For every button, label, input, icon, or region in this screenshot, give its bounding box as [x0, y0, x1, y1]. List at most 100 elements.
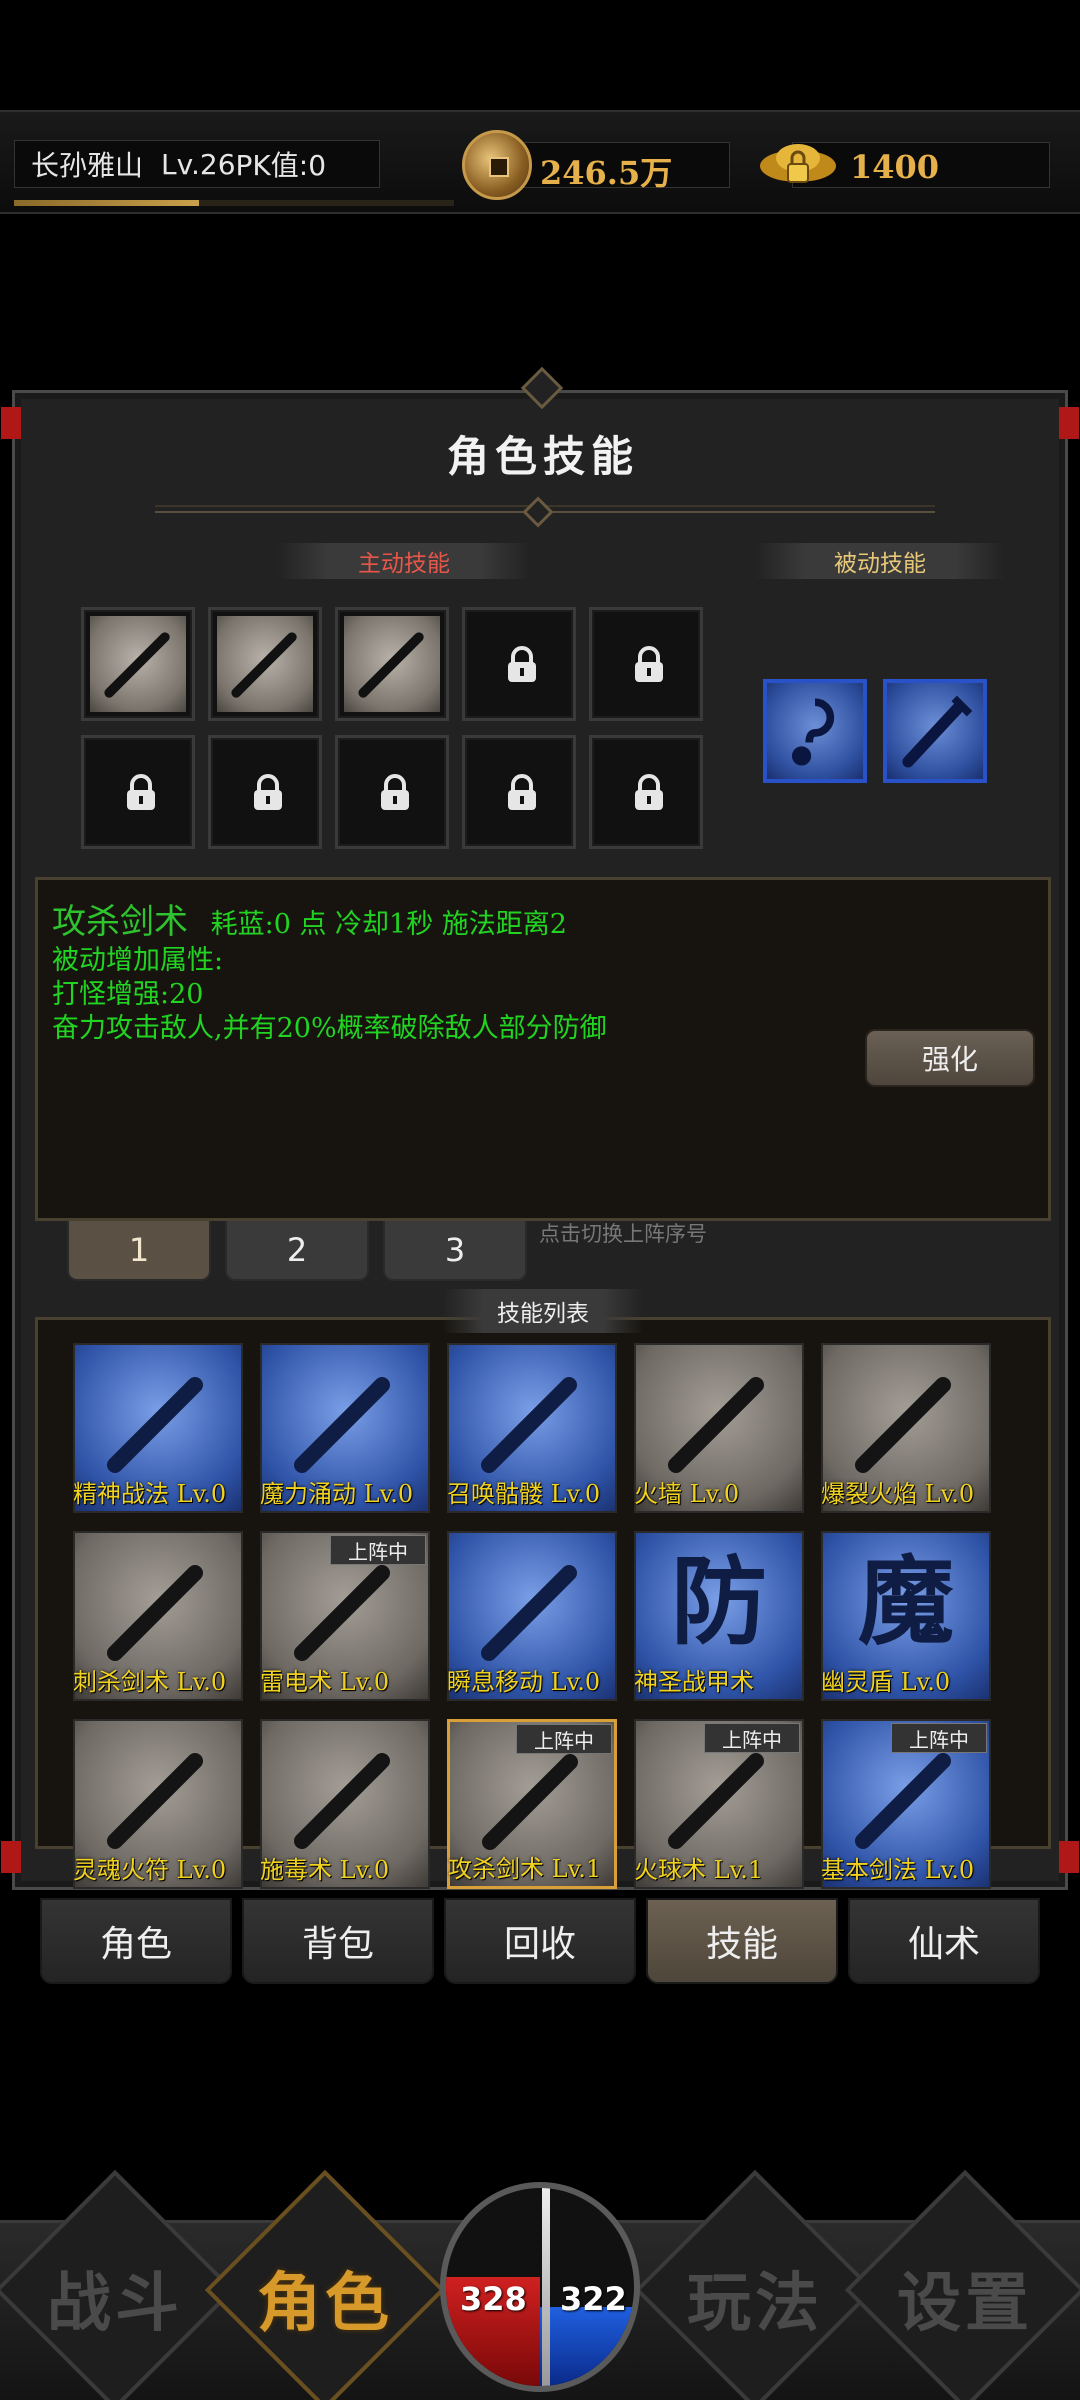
skill-list-item[interactable]: 火墙 Lv.0 — [634, 1343, 804, 1513]
skill-list-label: 攻杀剑术 Lv.1 — [448, 1855, 602, 1883]
deployed-badge: 上阵中 — [330, 1535, 426, 1565]
lock-icon — [631, 646, 667, 684]
skill-detail-stats: 耗蓝:0 点 冷却1秒 施法距离2 — [210, 909, 567, 940]
skill-list-label: 基本剑法 Lv.0 — [821, 1856, 975, 1884]
skill-list-title: 技能列表 — [443, 1289, 643, 1333]
skill-list-item[interactable]: 灵魂火符 Lv.0 — [73, 1719, 243, 1889]
lock-icon — [377, 774, 413, 812]
skill-list-label: 幽灵盾 Lv.0 — [821, 1668, 951, 1696]
locked-skill-slot[interactable] — [81, 735, 195, 849]
exp-bar — [14, 200, 454, 206]
hp-value: 328 — [460, 2280, 527, 2318]
skill-list-item[interactable]: 上阵中雷电术 Lv.0 — [260, 1531, 430, 1701]
tab-immortal-arts[interactable]: 仙术 — [848, 1898, 1040, 1984]
orb-sword-divider — [542, 2188, 550, 2386]
passive-slot-basic-sword[interactable] — [883, 679, 987, 783]
title-ornament — [522, 496, 554, 528]
gold-value: 1400 — [850, 148, 940, 186]
hp-mp-orb: 328 322 — [440, 2182, 640, 2392]
skill-list-item[interactable]: 精神战法 Lv.0 — [73, 1343, 243, 1513]
skill-list-item[interactable]: 刺杀剑术 Lv.0 — [73, 1531, 243, 1701]
active-skill-slot[interactable] — [208, 607, 322, 721]
position-hint: 点击切换上阵序号 — [539, 1222, 707, 1246]
tab-character[interactable]: 角色 — [40, 1898, 232, 1984]
tab-active-skills[interactable]: 主动技能 — [277, 543, 531, 579]
nav-battle[interactable]: 战斗 — [5, 2252, 225, 2344]
nav-character[interactable]: 角色 — [215, 2252, 435, 2344]
lock-icon — [504, 774, 540, 812]
magic-surge-icon — [791, 698, 835, 766]
mp-fill — [540, 2306, 634, 2386]
skill-list-label: 灵魂火符 Lv.0 — [73, 1856, 227, 1884]
locked-skill-slot[interactable] — [589, 735, 703, 849]
locked-skill-slot[interactable] — [589, 607, 703, 721]
skill-list-item[interactable]: 防神圣战甲术 — [634, 1531, 804, 1701]
locked-skill-slot[interactable] — [462, 607, 576, 721]
panel-title: 角色技能 — [446, 432, 639, 481]
copper-coin-icon — [462, 130, 532, 200]
title-ornament — [520, 366, 564, 410]
tab-skills[interactable]: 技能 — [646, 1898, 838, 1984]
skill-list-label: 爆裂火焰 Lv.0 — [821, 1480, 975, 1508]
gold-ingot-lock-icon — [760, 144, 836, 183]
skill-list-item[interactable]: 瞬息移动 Lv.0 — [447, 1531, 617, 1701]
mp-value: 322 — [560, 2280, 627, 2318]
coin-value: 246.5万 — [540, 154, 673, 192]
nav-gameplay[interactable]: 玩法 — [645, 2252, 865, 2344]
skill-list-label: 瞬息移动 Lv.0 — [447, 1668, 601, 1696]
deployed-badge: 上阵中 — [516, 1724, 612, 1754]
skill-list-label: 魔力涌动 Lv.0 — [260, 1480, 414, 1508]
player-pk-value: PK值:0 — [235, 149, 327, 182]
sword-icon — [902, 695, 973, 768]
locked-skill-slot[interactable] — [208, 735, 322, 849]
skill-art — [90, 616, 186, 712]
player-name: 长孙雅山 — [31, 149, 144, 182]
position-button-1[interactable]: 1 — [67, 1221, 211, 1281]
skill-list-item[interactable]: 召唤骷髅 Lv.0 — [447, 1343, 617, 1513]
active-skill-slot[interactable] — [335, 607, 449, 721]
skill-list-label: 火墙 Lv.0 — [634, 1480, 740, 1508]
tab-backpack[interactable]: 背包 — [242, 1898, 434, 1984]
skill-list-label: 雷电术 Lv.0 — [260, 1668, 390, 1696]
skill-detail-description: 奋力攻击敌人,并有20%概率破除敌人部分防御 — [52, 1013, 607, 1044]
skill-list-item[interactable]: 魔幽灵盾 Lv.0 — [821, 1531, 991, 1701]
skill-list-label: 精神战法 Lv.0 — [73, 1480, 227, 1508]
skill-list-label: 火球术 Lv.1 — [634, 1856, 764, 1884]
skill-detail-name: 攻杀剑术 — [52, 902, 188, 942]
locked-skill-slot[interactable] — [462, 735, 576, 849]
exp-bar-fill — [14, 200, 199, 206]
skill-art — [344, 616, 440, 712]
tab-passive-skills[interactable]: 被动技能 — [755, 543, 1005, 579]
deployed-badge: 上阵中 — [891, 1723, 987, 1753]
lock-icon — [504, 646, 540, 684]
panel-corner-ornament — [1059, 1841, 1079, 1873]
skill-list-label: 召唤骷髅 Lv.0 — [447, 1480, 601, 1508]
passive-slot-magic-surge[interactable] — [763, 679, 867, 783]
skill-list-label: 刺杀剑术 Lv.0 — [73, 1668, 227, 1696]
skill-list-item[interactable]: 爆裂火焰 Lv.0 — [821, 1343, 991, 1513]
position-button-2[interactable]: 2 — [225, 1221, 369, 1281]
position-button-3[interactable]: 3 — [383, 1221, 527, 1281]
skill-list-item[interactable]: 魔力涌动 Lv.0 — [260, 1343, 430, 1513]
player-level: Lv.26 — [161, 147, 236, 181]
lock-icon — [250, 774, 286, 812]
skill-list-item[interactable]: 上阵中攻杀剑术 Lv.1 — [447, 1719, 617, 1889]
nav-settings[interactable]: 设置 — [855, 2252, 1075, 2344]
lock-icon — [631, 774, 667, 812]
bottom-tab-bar: 角色 背包 回收 技能 仙术 — [40, 1898, 1040, 1984]
skill-art — [217, 616, 313, 712]
player-info-box: 长孙雅山 Lv.26 PK值:0 — [14, 140, 380, 188]
skill-list-item[interactable]: 上阵中火球术 Lv.1 — [634, 1719, 804, 1889]
lock-icon — [123, 774, 159, 812]
top-status-bar: 长孙雅山 Lv.26 PK值:0 246.5万 1400 — [0, 110, 1080, 214]
skill-panel: 角色技能 主动技能 被动技能 攻杀剑术 耗蓝:0 点 冷却1秒 施法距离2 被动… — [1, 366, 1079, 1890]
skill-list-item[interactable]: 上阵中基本剑法 Lv.0 — [821, 1719, 991, 1889]
skill-list-label: 神圣战甲术 — [634, 1668, 754, 1696]
skill-list-item[interactable]: 施毒术 Lv.0 — [260, 1719, 430, 1889]
enhance-button[interactable]: 强化 — [865, 1029, 1035, 1087]
skill-list-label: 施毒术 Lv.0 — [260, 1856, 390, 1884]
deployed-badge: 上阵中 — [704, 1723, 800, 1753]
locked-skill-slot[interactable] — [335, 735, 449, 849]
active-skill-slot[interactable] — [81, 607, 195, 721]
tab-recycle[interactable]: 回收 — [444, 1898, 636, 1984]
